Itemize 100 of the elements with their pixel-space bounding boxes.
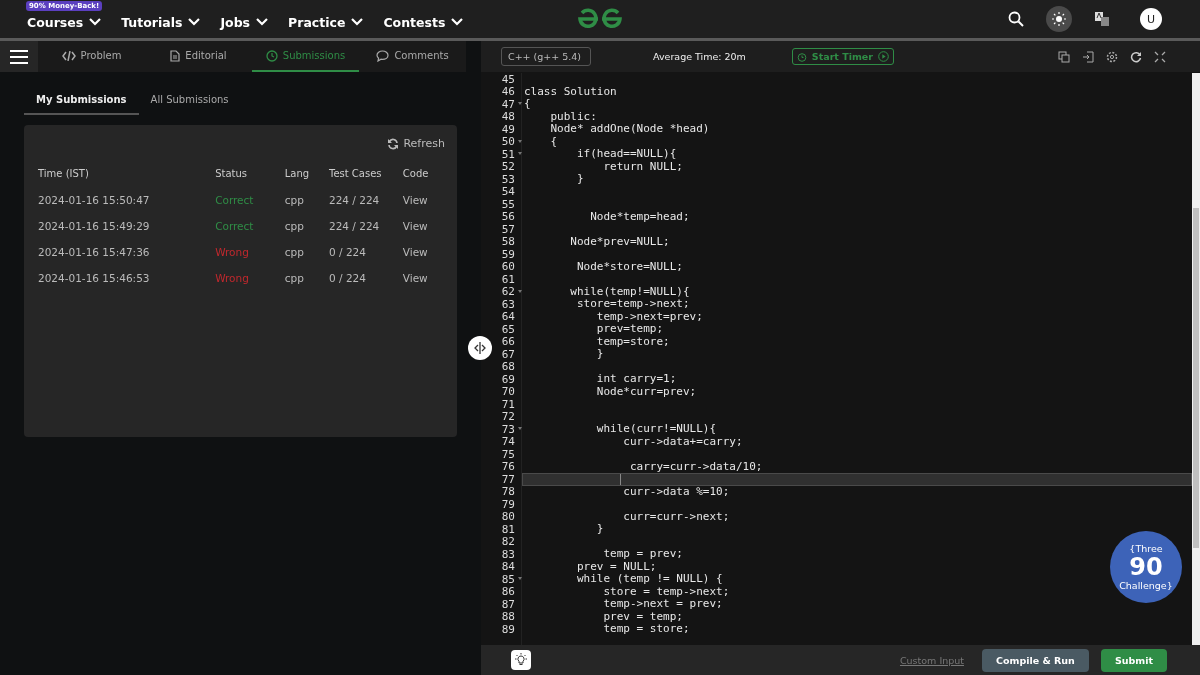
table-cell: 0 / 224	[329, 271, 366, 284]
menu-icon[interactable]	[0, 41, 38, 72]
lightbulb-icon[interactable]	[511, 650, 531, 670]
line-number: 57	[501, 222, 515, 236]
code-line: Node*curr=prev;	[595, 384, 697, 398]
nav-menu[interactable]: Courses	[27, 14, 102, 30]
fold-arrow-icon[interactable]	[518, 152, 522, 155]
line-number: 52	[501, 160, 515, 174]
tab[interactable]: Problem	[38, 41, 145, 72]
search-icon[interactable]	[1008, 11, 1024, 27]
view-link[interactable]: View	[402, 219, 428, 232]
copy-icon[interactable]	[1058, 50, 1070, 63]
code-line: store = temp->next;	[602, 584, 730, 598]
speech-bubble-icon	[376, 49, 390, 62]
table-cell: cpp	[284, 245, 304, 258]
fold-arrow-icon[interactable]	[518, 427, 522, 430]
line-number: 76	[501, 460, 515, 474]
text-cursor	[620, 473, 621, 485]
settings-icon[interactable]	[1106, 50, 1118, 63]
line-number: 60	[501, 260, 515, 274]
user-avatar[interactable]: U	[1140, 8, 1162, 30]
line-number: 62	[501, 285, 515, 299]
play-icon	[877, 51, 889, 62]
line-number: 73	[501, 422, 515, 436]
status-text: Correct	[215, 193, 254, 206]
submit-button[interactable]: Submit	[1100, 648, 1167, 672]
code-line: curr=curr->next;	[622, 509, 730, 523]
table-cell: 2024-01-16 15:49:29	[38, 219, 150, 232]
code-line: prev=temp;	[595, 322, 664, 335]
fold-arrow-icon[interactable]	[518, 577, 522, 580]
line-number: 67	[501, 347, 515, 361]
nav-menu[interactable]: Tutorials	[121, 14, 201, 30]
chevron-down-icon	[351, 18, 364, 26]
line-number: 89	[501, 622, 515, 636]
view-link[interactable]: View	[402, 271, 428, 284]
average-time: Average Time: 20m	[653, 51, 746, 62]
line-number: 61	[501, 272, 515, 286]
nav-menu[interactable]: Contests	[383, 14, 464, 30]
fullscreen-icon[interactable]	[1154, 50, 1166, 63]
line-number: 70	[501, 385, 515, 399]
scrollbar[interactable]	[1192, 73, 1200, 645]
chevron-down-icon	[89, 18, 102, 26]
code-line: while (temp != NULL) {	[575, 572, 723, 585]
line-number: 71	[501, 397, 515, 411]
tab[interactable]: My Submissions	[24, 88, 139, 115]
line-number: 68	[501, 360, 515, 374]
custom-input-link[interactable]: Custom Input	[893, 653, 970, 667]
view-link[interactable]: View	[402, 245, 428, 258]
line-number: 46	[501, 85, 515, 99]
code-line: }	[575, 172, 584, 185]
line-number: 69	[501, 372, 515, 386]
code-line: temp = prev;	[602, 547, 683, 560]
tab[interactable]: Comments	[359, 41, 466, 72]
line-number: 72	[501, 410, 515, 424]
table-cell: cpp	[284, 271, 304, 284]
theme-toggle[interactable]	[1046, 6, 1072, 32]
line-number: 48	[501, 110, 515, 124]
nav-menu[interactable]: Practice	[288, 14, 364, 30]
translate-icon[interactable]	[1094, 11, 1110, 27]
start-timer-button[interactable]: Start Timer	[791, 48, 894, 65]
code-line: public:	[549, 109, 597, 123]
status-text: Wrong	[215, 245, 249, 258]
compile-run-button[interactable]: Compile & Run	[982, 648, 1089, 672]
line-number: 50	[501, 135, 515, 149]
line-number: 86	[501, 585, 515, 599]
logo-icon[interactable]	[576, 7, 624, 31]
fold-arrow-icon[interactable]	[518, 102, 522, 105]
import-icon[interactable]	[1082, 50, 1094, 63]
table-cell: cpp	[284, 219, 304, 232]
line-number: 78	[501, 485, 515, 499]
tab[interactable]: All Submissions	[138, 88, 241, 115]
line-number: 81	[501, 522, 515, 536]
reset-icon[interactable]	[1130, 50, 1142, 63]
code-line: Node*temp=head;	[589, 209, 690, 223]
line-number: 63	[501, 297, 515, 311]
nav-menu[interactable]: Jobs	[220, 14, 269, 30]
column-header: Status	[215, 168, 247, 179]
table-cell: 2024-01-16 15:46:53	[38, 271, 150, 284]
fold-arrow-icon[interactable]	[518, 289, 522, 293]
view-link[interactable]: View	[402, 193, 428, 206]
code-line: carry=curr->data/10;	[628, 459, 763, 473]
alarm-clock-icon	[796, 51, 807, 62]
line-number: 54	[501, 185, 515, 199]
refresh-icon	[387, 137, 400, 150]
line-number: 88	[501, 610, 515, 624]
table-cell: 224 / 224	[329, 193, 380, 206]
code-line: return NULL;	[602, 159, 683, 173]
fold-arrow-icon[interactable]	[518, 139, 522, 143]
code-line: curr->data+=carry;	[622, 434, 743, 448]
code-line: Node*store=NULL;	[575, 259, 683, 273]
table-cell: 2024-01-16 15:47:36	[38, 245, 150, 258]
column-header: Test Cases	[329, 168, 382, 179]
language-dropdown[interactable]: C++ (g++ 5.4)	[501, 47, 591, 66]
refresh-button[interactable]: Refresh	[387, 137, 445, 150]
line-number: 66	[501, 335, 515, 349]
tab[interactable]: Submissions	[252, 41, 359, 72]
line-number: 82	[501, 535, 515, 549]
chevron-down-icon	[188, 18, 201, 26]
tab[interactable]: Editorial	[145, 41, 252, 72]
line-number: 74	[501, 435, 515, 449]
